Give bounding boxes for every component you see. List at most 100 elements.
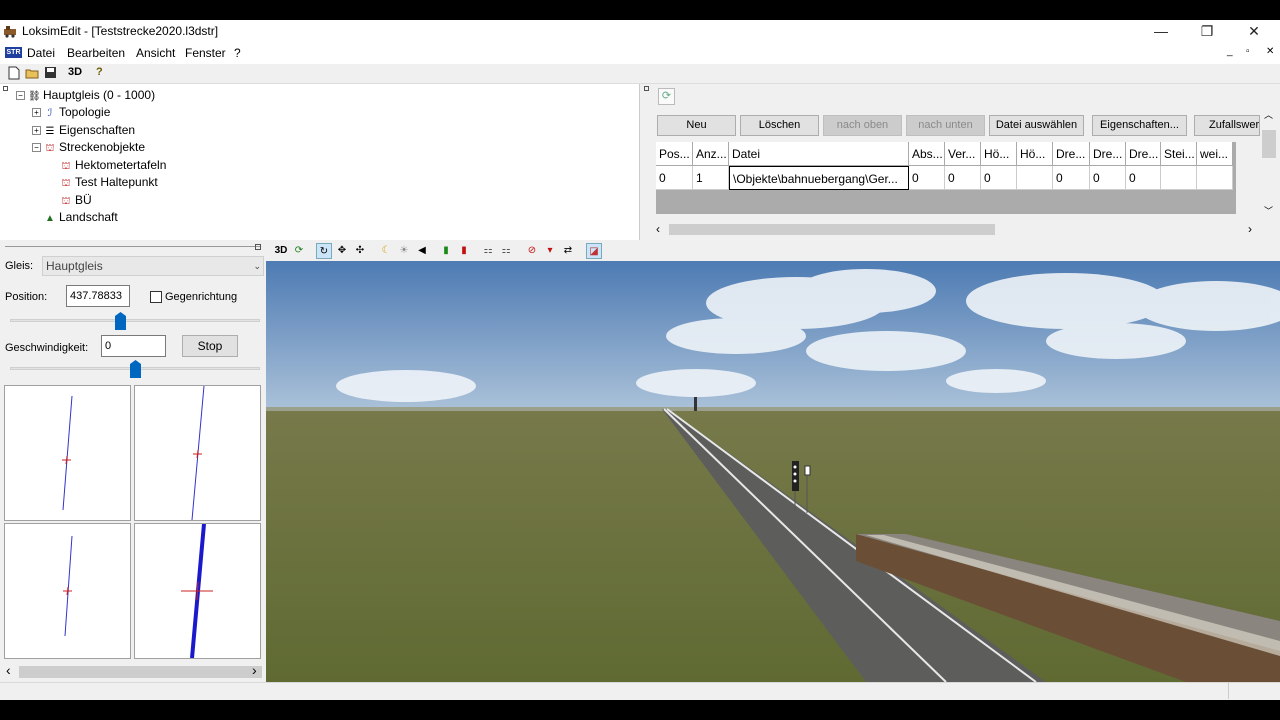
move-icon[interactable]: ✥ — [334, 243, 350, 259]
position-input[interactable]: 437.78833 — [66, 285, 130, 307]
restore-button[interactable]: ❐ — [1184, 20, 1230, 44]
vertical-scrollbar[interactable]: ︿ ﹀ — [1260, 108, 1278, 240]
scroll-right-icon[interactable]: › — [1248, 222, 1252, 236]
menu-bearbeiten[interactable]: Bearbeiten — [67, 46, 125, 60]
help-icon[interactable]: ? — [96, 66, 103, 82]
column-header[interactable]: Anz... — [693, 142, 729, 166]
tree-item-bue[interactable]: ⛫ BÜ — [60, 192, 91, 209]
open-folder-icon[interactable] — [25, 66, 39, 82]
column-header[interactable]: Datei — [729, 142, 909, 166]
table-cell[interactable] — [1161, 166, 1197, 190]
menu-ansicht[interactable]: Ansicht — [136, 46, 175, 60]
column-header[interactable]: Dre... — [1053, 142, 1090, 166]
move-down-button[interactable]: nach unten — [906, 115, 985, 136]
tree-item-streckenobjekte[interactable]: − ⛫ Streckenobjekte — [32, 139, 145, 156]
sun-icon[interactable]: ☀ — [396, 243, 412, 259]
column-header[interactable]: Stei... — [1161, 142, 1197, 166]
column-header[interactable]: Pos... — [656, 142, 693, 166]
close-button[interactable]: ✕ — [1231, 20, 1277, 44]
save-icon[interactable] — [44, 66, 57, 82]
scroll-thumb[interactable] — [669, 224, 995, 235]
tree-item-landschaft[interactable]: ▲ Landschaft — [44, 209, 118, 226]
scroll-thumb[interactable] — [19, 666, 262, 678]
view-3d-button[interactable]: 3D — [68, 66, 82, 82]
table-cell[interactable]: 0 — [656, 166, 693, 190]
table-cell[interactable]: 0 — [909, 166, 945, 190]
light-icon[interactable]: ◀ — [414, 243, 430, 259]
move-up-button[interactable]: nach oben — [823, 115, 902, 136]
table-cell[interactable]: 0 — [1090, 166, 1126, 190]
mini-views-scrollbar[interactable]: ‹ › — [4, 662, 266, 680]
select-file-button[interactable]: Datei auswählen — [989, 115, 1084, 136]
tree-item-topologie[interactable]: + ℐ Topologie — [32, 104, 110, 121]
mdi-restore-button[interactable]: ▫ — [1246, 46, 1250, 57]
collapse-icon[interactable]: − — [32, 143, 41, 153]
top-view-2[interactable] — [134, 385, 261, 521]
camera-icon[interactable]: ◪ — [586, 243, 602, 259]
train-icon[interactable]: ⇄ — [560, 243, 576, 259]
mdi-close-button[interactable]: ✕ — [1266, 46, 1274, 57]
new-file-icon[interactable] — [8, 66, 20, 82]
menu-help[interactable]: ? — [234, 46, 241, 60]
marker-icon[interactable]: ▾ — [542, 243, 558, 259]
scroll-down-icon[interactable]: ﹀ — [1264, 204, 1273, 217]
column-header[interactable]: Ver... — [945, 142, 981, 166]
scroll-right-icon[interactable]: › — [252, 662, 257, 678]
delete-button[interactable]: Löschen — [740, 115, 819, 136]
signal-green-icon[interactable]: ▮ — [438, 243, 454, 259]
scroll-up-icon[interactable]: ︿ — [1264, 108, 1273, 121]
table-cell[interactable]: 0 — [945, 166, 981, 190]
tree-item-test-haltepunkt[interactable]: ⛫ Test Haltepunkt — [60, 174, 157, 191]
refresh-icon[interactable]: ⟳ — [658, 88, 675, 105]
table-cell[interactable] — [1017, 166, 1053, 190]
column-header[interactable]: Dre... — [1090, 142, 1126, 166]
menu-fenster[interactable]: Fenster — [185, 46, 226, 60]
position-slider-thumb[interactable] — [115, 312, 126, 330]
gegenrichtung-checkbox[interactable] — [150, 291, 162, 303]
minimize-button[interactable]: — — [1138, 20, 1184, 44]
signal-red-icon[interactable]: ▮ — [456, 243, 472, 259]
top-view-3[interactable] — [4, 523, 131, 659]
tree-item-eigenschaften[interactable]: + ☰ Eigenschaften — [32, 122, 135, 139]
signal-group-icon[interactable]: ⚏ — [480, 243, 496, 259]
scroll-left-icon[interactable]: ‹ — [6, 662, 11, 678]
gleis-select[interactable]: Hauptgleis ⌄ — [42, 256, 264, 276]
speed-input[interactable]: 0 — [101, 335, 166, 357]
table-cell[interactable]: 0 — [1053, 166, 1090, 190]
tree-item-hauptgleis[interactable]: − ⛓ Hauptgleis (0 - 1000) — [16, 87, 155, 104]
speed-slider-thumb[interactable] — [130, 360, 141, 378]
collapse-icon[interactable]: − — [16, 91, 25, 101]
column-header[interactable]: Dre... — [1126, 142, 1161, 166]
stop-sign-icon[interactable]: ⊘ — [524, 243, 540, 259]
menu-datei[interactable]: Datei — [27, 46, 55, 60]
stop-button[interactable]: Stop — [182, 335, 238, 357]
top-view-4[interactable] — [134, 523, 261, 659]
table-cell[interactable]: 0 — [981, 166, 1017, 190]
new-button[interactable]: Neu — [657, 115, 736, 136]
expand-icon[interactable]: + — [32, 108, 41, 118]
table-cell[interactable]: 1 — [693, 166, 729, 190]
view-3d-toggle[interactable]: 3D — [272, 243, 290, 259]
reload-icon[interactable]: ⟳ — [291, 243, 307, 259]
random-value-button[interactable]: Zufallswert — [1194, 115, 1260, 136]
top-view-1[interactable] — [4, 385, 131, 521]
tree-item-hektometertafeln[interactable]: ⛫ Hektometertafeln — [60, 157, 166, 174]
column-header[interactable]: Abs... — [909, 142, 945, 166]
pan-icon[interactable]: ✣ — [352, 243, 368, 259]
table-cell-selected[interactable]: \Objekte\bahnuebergang\Ger... — [729, 166, 909, 190]
position-slider-track[interactable] — [10, 319, 260, 322]
horizontal-scrollbar[interactable]: ‹ › — [656, 221, 1260, 238]
mdi-minimize-button[interactable]: _ — [1227, 46, 1233, 57]
column-header[interactable]: wei... — [1197, 142, 1233, 166]
column-header[interactable]: Hö... — [1017, 142, 1053, 166]
scroll-thumb[interactable] — [1262, 130, 1276, 158]
table-cell[interactable] — [1197, 166, 1233, 190]
moon-icon[interactable]: ☾ — [378, 243, 394, 259]
scroll-left-icon[interactable]: ‹ — [656, 222, 660, 236]
expand-icon[interactable]: + — [32, 126, 41, 136]
signal-group-2-icon[interactable]: ⚏ — [498, 243, 514, 259]
column-header[interactable]: Hö... — [981, 142, 1017, 166]
3d-view[interactable] — [266, 261, 1280, 682]
rotate-icon[interactable]: ↻ — [316, 243, 332, 259]
properties-button[interactable]: Eigenschaften... — [1092, 115, 1187, 136]
